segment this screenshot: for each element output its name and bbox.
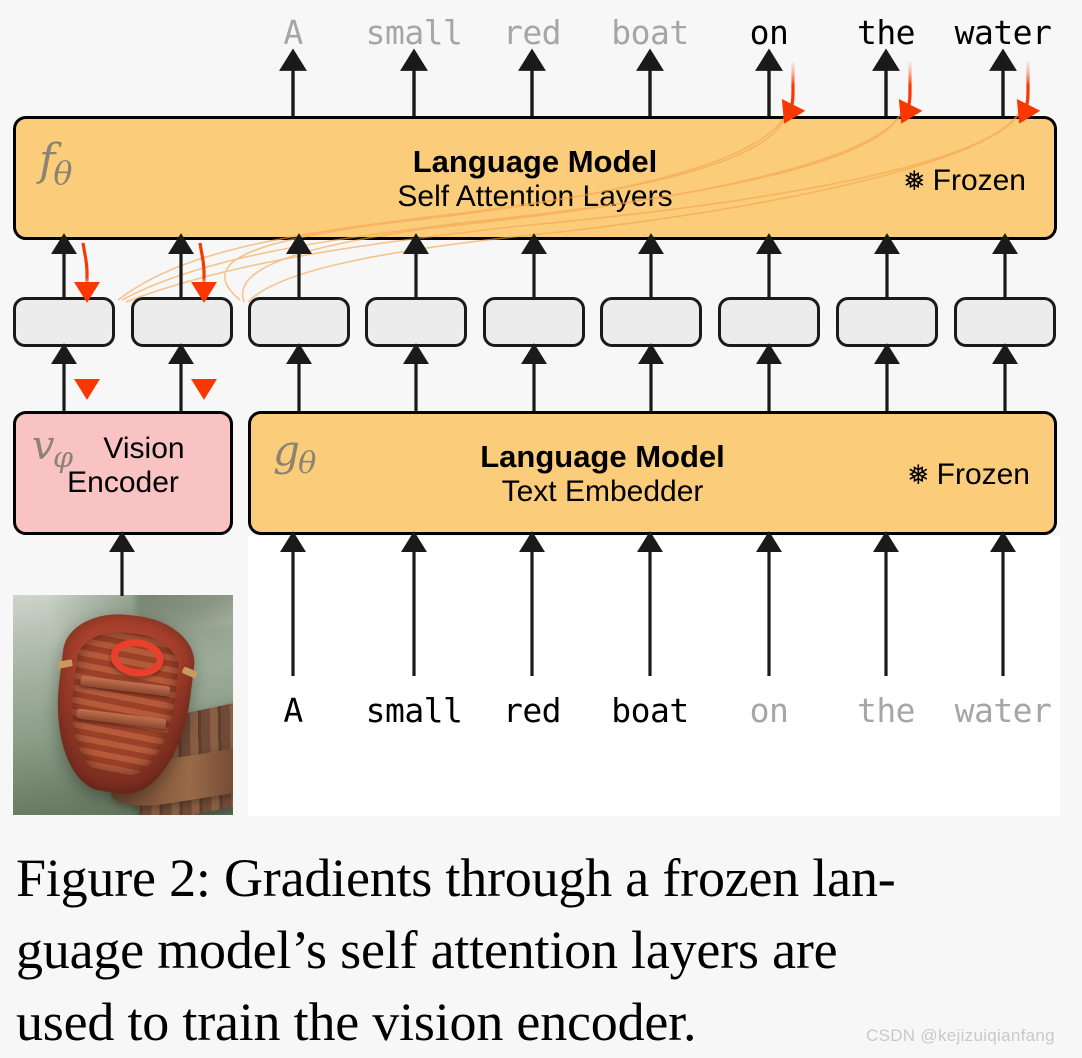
- photo-thwart-1: [79, 675, 171, 697]
- output-token-3: boat: [611, 13, 689, 52]
- vision-encoder-title: Vision Encoder: [67, 432, 185, 499]
- embedding-cell-4: [365, 297, 467, 347]
- output-arrows: [279, 48, 1017, 116]
- input-token-0: A: [283, 691, 303, 730]
- input-token-6: water: [954, 691, 1052, 730]
- embedding-cell-9: [954, 297, 1056, 347]
- photo-oar-left: [56, 659, 73, 670]
- vision-encoder-box: vφ Vision Encoder: [13, 411, 233, 535]
- snowflake-icon: ❅: [907, 459, 930, 490]
- photo-thwart-2: [75, 708, 167, 730]
- language-model-self-attention-box: fθ Language Model Self Attention Layers …: [13, 116, 1057, 240]
- output-token-4: on: [749, 13, 789, 52]
- encoder-to-embedding-arrows: [50, 343, 1019, 411]
- snowflake-icon: ❅: [903, 165, 926, 196]
- text-embedder-box: gθ Language Model Text Embedder ❅ Frozen: [248, 411, 1057, 535]
- embedding-cell-1: [13, 297, 115, 347]
- caption-line-2: guage model’s self attention layers are: [16, 919, 838, 980]
- embedding-to-lm-arrows: [50, 233, 1019, 297]
- output-token-2: red: [502, 13, 562, 52]
- embedding-cell-6: [600, 297, 702, 347]
- embedder-frozen-badge: ❅ Frozen: [907, 458, 1030, 492]
- embedding-cell-7: [718, 297, 820, 347]
- input-token-2: red: [502, 691, 562, 730]
- input-token-5: the: [856, 691, 916, 730]
- figure-2-diagram: A small red boat on the water fθ Languag…: [0, 0, 1082, 1058]
- lm-box-title: Language Model Self Attention Layers: [397, 144, 673, 213]
- input-image-boat-photo: [13, 595, 233, 815]
- embedding-cell-8: [836, 297, 938, 347]
- output-token-6: water: [954, 13, 1052, 52]
- text-embedder-white-backing: [248, 536, 1060, 592]
- csdn-watermark: CSDN @kejizuiqianfang: [866, 1026, 1055, 1045]
- lm-frozen-badge: ❅ Frozen: [903, 164, 1026, 198]
- caption-line-3: used to train the vision encoder.: [16, 991, 697, 1052]
- embedding-cell-5: [483, 297, 585, 347]
- caption-line-1: Figure 2: Gradients through a frozen lan…: [16, 848, 896, 908]
- gradient-to-vision-encoder-arrows: [73, 354, 218, 400]
- input-token-3: boat: [611, 691, 689, 730]
- output-token-0: A: [283, 13, 303, 52]
- output-token-1: small: [365, 13, 463, 52]
- embedding-cell-3: [248, 297, 350, 347]
- embedding-cell-2: [131, 297, 233, 347]
- loss-gradient-arrows: [781, 62, 1041, 124]
- input-token-1: small: [365, 691, 463, 730]
- input-token-4: on: [749, 691, 789, 730]
- lm-frozen-label: Frozen: [932, 164, 1026, 197]
- output-token-5: the: [856, 13, 916, 52]
- gradient-to-embedding-arrows: [73, 242, 218, 303]
- embedder-frozen-label: Frozen: [936, 458, 1030, 491]
